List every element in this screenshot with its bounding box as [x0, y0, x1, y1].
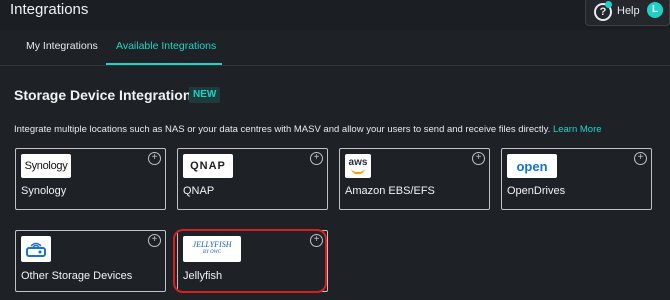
- card-label: Amazon EBS/EFS: [345, 185, 435, 197]
- integration-card-qnap[interactable]: QNAP + QNAP: [177, 148, 328, 210]
- add-icon[interactable]: +: [472, 152, 485, 165]
- add-icon[interactable]: +: [310, 234, 323, 247]
- integration-card-amazon-ebs-efs[interactable]: aws + Amazon EBS/EFS: [339, 148, 490, 210]
- add-icon[interactable]: +: [310, 152, 323, 165]
- section-description: Integrate multiple locations such as NAS…: [14, 124, 602, 135]
- help-button[interactable]: ? Help L: [585, 0, 670, 26]
- add-icon[interactable]: +: [148, 234, 161, 247]
- card-label: Other Storage Devices: [21, 270, 133, 282]
- card-label: Jellyfish: [183, 270, 223, 282]
- help-label: Help: [617, 5, 640, 17]
- integration-card-jellyfish[interactable]: JELLYFISH BY OWC + Jellyfish: [177, 230, 328, 292]
- integration-card-opendrives[interactable]: open + OpenDrives: [501, 148, 652, 210]
- integration-card-synology[interactable]: Synology + Synology: [15, 148, 166, 210]
- synology-logo: Synology: [21, 154, 71, 178]
- notification-dot-icon: [605, 1, 612, 8]
- storage-device-icon: [21, 236, 51, 262]
- active-tab-indicator: [106, 63, 222, 65]
- aws-logo: aws: [345, 154, 371, 178]
- avatar[interactable]: L: [647, 2, 663, 18]
- new-badge: NEW: [189, 87, 221, 103]
- page-title: Integrations: [10, 1, 89, 18]
- learn-more-link[interactable]: Learn More: [553, 124, 602, 135]
- jellyfish-logo: JELLYFISH BY OWC: [183, 236, 241, 262]
- tab-available-integrations[interactable]: Available Integrations: [116, 40, 216, 52]
- card-label: QNAP: [183, 185, 215, 197]
- tab-my-integrations[interactable]: My Integrations: [26, 40, 98, 52]
- integration-card-other-storage-devices[interactable]: + Other Storage Devices: [15, 230, 166, 292]
- tab-bar: My Integrations Available Integrations: [0, 30, 670, 66]
- qnap-logo: QNAP: [183, 154, 233, 178]
- section-title: Storage Device Integration: [14, 87, 192, 103]
- card-label: OpenDrives: [507, 185, 566, 197]
- add-icon[interactable]: +: [148, 152, 161, 165]
- aws-smile-icon: [351, 168, 365, 174]
- description-text: Integrate multiple locations such as NAS…: [14, 124, 551, 135]
- add-icon[interactable]: +: [634, 152, 647, 165]
- card-label: Synology: [21, 185, 67, 197]
- top-bar: Integrations ? Help L: [0, 0, 670, 30]
- opendrives-logo: open: [507, 154, 557, 178]
